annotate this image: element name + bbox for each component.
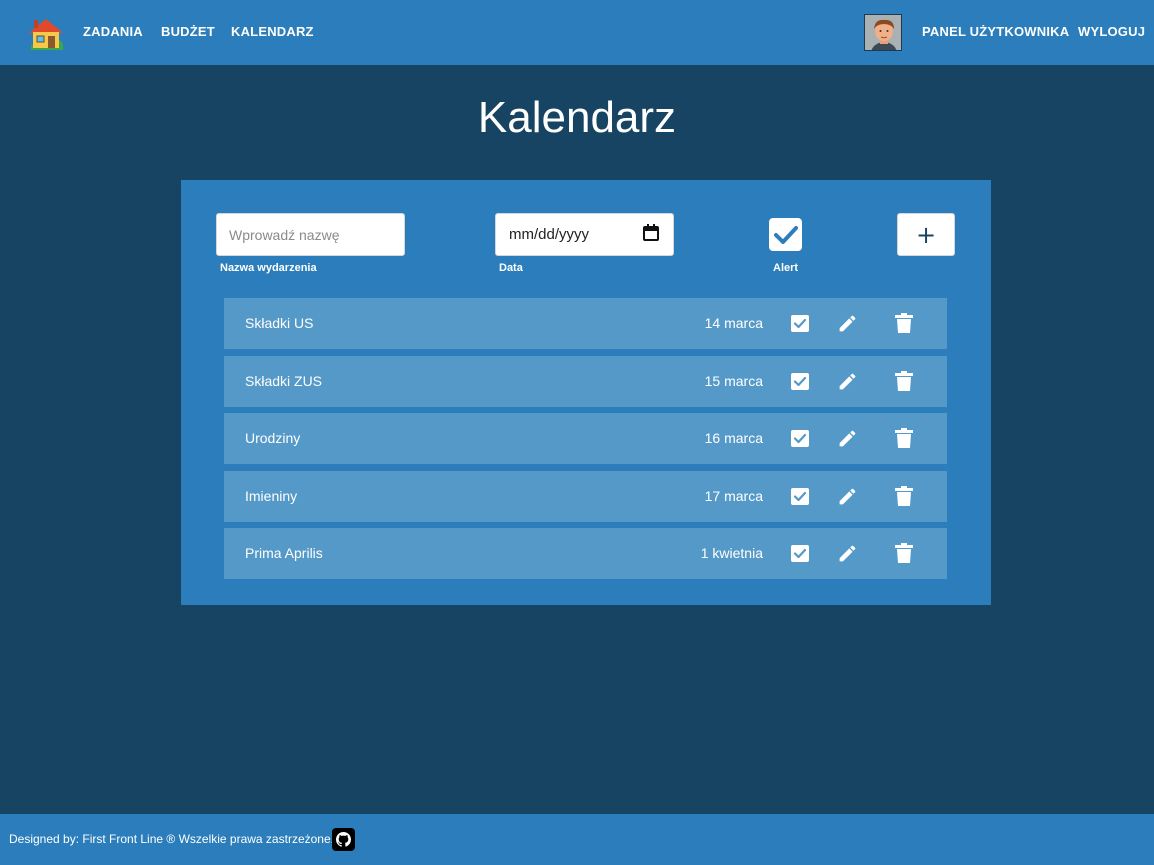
house-icon[interactable] (27, 15, 65, 51)
navbar: ZADANIA BUDŻET KALENDARZ PANEL UŻYTKOWNI… (0, 0, 1154, 65)
event-date: 1 kwietnia (700, 545, 763, 561)
list-item: Składki ZUS 15 marca (224, 356, 947, 407)
checkmark-icon (773, 225, 798, 244)
alert-toggle-icon[interactable] (791, 315, 809, 332)
alert-toggle-icon[interactable] (791, 488, 809, 505)
event-name-input[interactable] (216, 213, 405, 256)
footer: Designed by: First Front Line ® Wszelkie… (0, 814, 1154, 865)
list-item: Imieniny 17 marca (224, 471, 947, 522)
event-name: Prima Aprilis (245, 545, 323, 561)
trash-icon[interactable] (895, 313, 913, 333)
edit-icon[interactable] (837, 486, 858, 507)
event-date: 14 marca (704, 315, 763, 331)
calendar-icon[interactable] (643, 223, 659, 246)
trash-icon[interactable] (895, 371, 913, 391)
nav-link-kalendarz[interactable]: KALENDARZ (231, 24, 314, 39)
page-title: Kalendarz (477, 93, 677, 142)
logout-link[interactable]: WYLOGUJ (1078, 24, 1145, 39)
list-item: Prima Aprilis 1 kwietnia (224, 528, 947, 579)
add-event-button[interactable]: + (897, 213, 955, 256)
nav-link-budzet[interactable]: BUDŻET (161, 24, 215, 39)
alert-toggle-icon[interactable] (791, 430, 809, 447)
edit-icon[interactable] (837, 313, 858, 334)
trash-icon[interactable] (895, 543, 913, 563)
trash-icon[interactable] (895, 428, 913, 448)
event-name: Składki ZUS (245, 373, 323, 389)
date-input-value: mm/dd/yyyy (509, 226, 590, 243)
date-label: Data (499, 262, 523, 274)
calendar-panel: Nazwa wydarzenia mm/dd/yyyy Data Alert +… (181, 180, 991, 605)
trash-icon[interactable] (895, 486, 913, 506)
edit-icon[interactable] (837, 543, 858, 564)
github-icon[interactable] (332, 828, 355, 851)
date-input[interactable]: mm/dd/yyyy (495, 213, 674, 256)
alert-toggle-icon[interactable] (791, 373, 809, 390)
event-date: 17 marca (704, 488, 763, 504)
alert-checkbox[interactable] (769, 218, 802, 251)
edit-icon[interactable] (837, 428, 858, 449)
edit-icon[interactable] (837, 371, 858, 392)
user-panel-link[interactable]: PANEL UŻYTKOWNIKA (922, 24, 1069, 39)
event-name: Urodziny (245, 430, 301, 446)
event-name: Imieniny (245, 488, 298, 504)
avatar[interactable] (864, 14, 902, 51)
footer-text: Designed by: First Front Line ® Wszelkie… (9, 832, 334, 846)
event-name: Składki US (245, 315, 314, 331)
alert-label: Alert (773, 262, 799, 274)
event-date: 15 marca (704, 373, 763, 389)
list-item: Składki US 14 marca (224, 298, 947, 349)
nav-link-zadania[interactable]: ZADANIA (83, 24, 143, 39)
event-date: 16 marca (704, 430, 763, 446)
alert-toggle-icon[interactable] (791, 545, 809, 562)
list-item: Urodziny 16 marca (224, 413, 947, 464)
event-name-label: Nazwa wydarzenia (220, 262, 317, 274)
